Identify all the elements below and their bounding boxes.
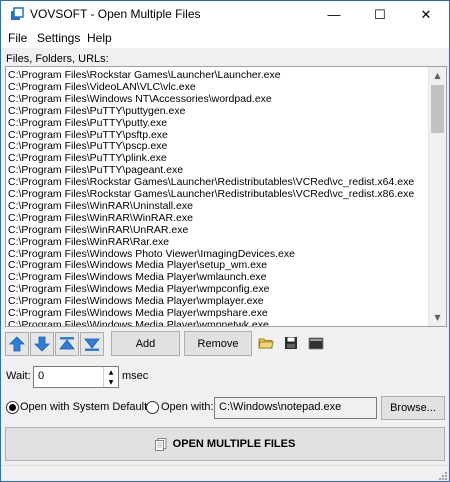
file-list-item[interactable]: C:\Program Files\Rockstar Games\Launcher… <box>8 69 281 81</box>
menu-bar: File Settings Help <box>1 28 449 48</box>
scroll-thumb[interactable] <box>431 85 444 133</box>
scroll-down-icon[interactable]: ▼ <box>429 309 446 326</box>
file-list-item[interactable]: C:\Program Files\Windows Photo Viewer\Im… <box>8 248 295 260</box>
files-label: Files, Folders, URLs: <box>6 53 109 65</box>
wait-label: Wait: <box>6 370 31 382</box>
open-multiple-files-label: OPEN MULTIPLE FILES <box>172 438 296 450</box>
close-button[interactable]: ✕ <box>403 1 449 28</box>
system-defaults-radio[interactable] <box>6 401 19 414</box>
file-list-item[interactable]: C:\Program Files\Windows Media Player\wm… <box>8 319 269 326</box>
file-list-item[interactable]: C:\Program Files\Windows Media Player\wm… <box>8 271 267 283</box>
scroll-up-icon[interactable]: ▲ <box>429 67 446 84</box>
file-list-item[interactable]: C:\Program Files\PuTTY\pscp.exe <box>8 140 167 152</box>
app-window: VOVSOFT - Open Multiple Files — ☐ ✕ File… <box>0 0 450 482</box>
move-down-button[interactable] <box>30 332 54 356</box>
file-list-item[interactable]: C:\Program Files\Rockstar Games\Launcher… <box>8 188 414 200</box>
file-list-item[interactable]: C:\Program Files\Windows Media Player\wm… <box>8 283 269 295</box>
move-up-button[interactable] <box>5 332 29 356</box>
open-folder-icon[interactable] <box>256 333 276 353</box>
wait-unit: msec <box>122 370 149 382</box>
file-list-item[interactable]: C:\Program Files\PuTTY\putty.exe <box>8 117 167 129</box>
add-button[interactable]: Add <box>111 331 180 356</box>
move-to-bottom-icon <box>84 338 100 351</box>
move-top-button[interactable] <box>55 332 79 356</box>
file-list-item[interactable]: C:\Program Files\WinRAR\Uninstall.exe <box>8 200 193 212</box>
system-defaults-label[interactable]: Open with System Defaults <box>20 401 153 413</box>
documents-icon <box>154 437 167 451</box>
status-bar <box>1 465 449 481</box>
menu-settings[interactable]: Settings <box>37 31 80 45</box>
file-list-item[interactable]: C:\Program Files\Rockstar Games\Launcher… <box>8 176 414 188</box>
file-list-item[interactable]: C:\Program Files\WinRAR\Rar.exe <box>8 236 169 248</box>
browse-button[interactable]: Browse... <box>381 396 445 420</box>
file-list-item[interactable]: C:\Program Files\Windows Media Player\wm… <box>8 307 268 319</box>
menu-help[interactable]: Help <box>87 31 112 45</box>
arrow-up-icon <box>9 336 25 352</box>
title-bar[interactable]: VOVSOFT - Open Multiple Files — ☐ ✕ <box>1 1 449 28</box>
file-list-item[interactable]: C:\Program Files\PuTTY\plink.exe <box>8 152 167 164</box>
maximize-button[interactable]: ☐ <box>357 1 403 28</box>
minimize-button[interactable]: — <box>311 1 357 28</box>
open-with-radio[interactable] <box>146 401 159 414</box>
spin-up-icon[interactable]: ▲ <box>104 367 118 377</box>
wait-value[interactable]: 0 <box>38 370 44 382</box>
open-multiple-files-button[interactable]: OPEN MULTIPLE FILES <box>5 427 445 461</box>
file-list-item[interactable]: C:\Program Files\Windows NT\Accessories\… <box>8 93 272 105</box>
move-to-top-icon <box>59 337 75 350</box>
window-title: VOVSOFT - Open Multiple Files <box>30 7 201 21</box>
remove-button[interactable]: Remove <box>184 331 252 356</box>
wait-spinner[interactable]: 0 ▲ ▼ <box>33 366 119 388</box>
arrow-down-icon <box>34 336 50 352</box>
resize-grip-icon[interactable] <box>437 470 447 480</box>
app-icon <box>11 7 24 20</box>
save-icon[interactable] <box>281 333 301 353</box>
program-path-input[interactable]: C:\Windows\notepad.exe <box>214 397 377 419</box>
file-list-item[interactable]: C:\Program Files\PuTTY\pageant.exe <box>8 164 183 176</box>
spin-down-icon[interactable]: ▼ <box>104 377 118 387</box>
file-list[interactable]: C:\Program Files\Rockstar Games\Launcher… <box>5 66 447 327</box>
console-icon[interactable] <box>306 333 326 353</box>
file-list-item[interactable]: C:\Program Files\PuTTY\psftp.exe <box>8 129 168 141</box>
file-list-item[interactable]: C:\Program Files\Windows Media Player\wm… <box>8 295 264 307</box>
radio-selected-dot <box>9 404 16 411</box>
file-list-item[interactable]: C:\Program Files\PuTTY\puttygen.exe <box>8 105 185 117</box>
program-path-value: C:\Windows\notepad.exe <box>219 401 342 413</box>
vertical-scrollbar[interactable]: ▲ ▼ <box>428 67 446 326</box>
file-list-item[interactable]: C:\Program Files\VideoLAN\VLC\vlc.exe <box>8 81 196 93</box>
file-list-item[interactable]: C:\Program Files\WinRAR\WinRAR.exe <box>8 212 193 224</box>
file-list-item[interactable]: C:\Program Files\Windows Media Player\se… <box>8 259 267 271</box>
file-list-item[interactable]: C:\Program Files\WinRAR\UnRAR.exe <box>8 224 188 236</box>
move-bottom-button[interactable] <box>80 332 104 356</box>
open-with-label[interactable]: Open with: <box>161 401 214 413</box>
menu-file[interactable]: File <box>8 31 27 45</box>
